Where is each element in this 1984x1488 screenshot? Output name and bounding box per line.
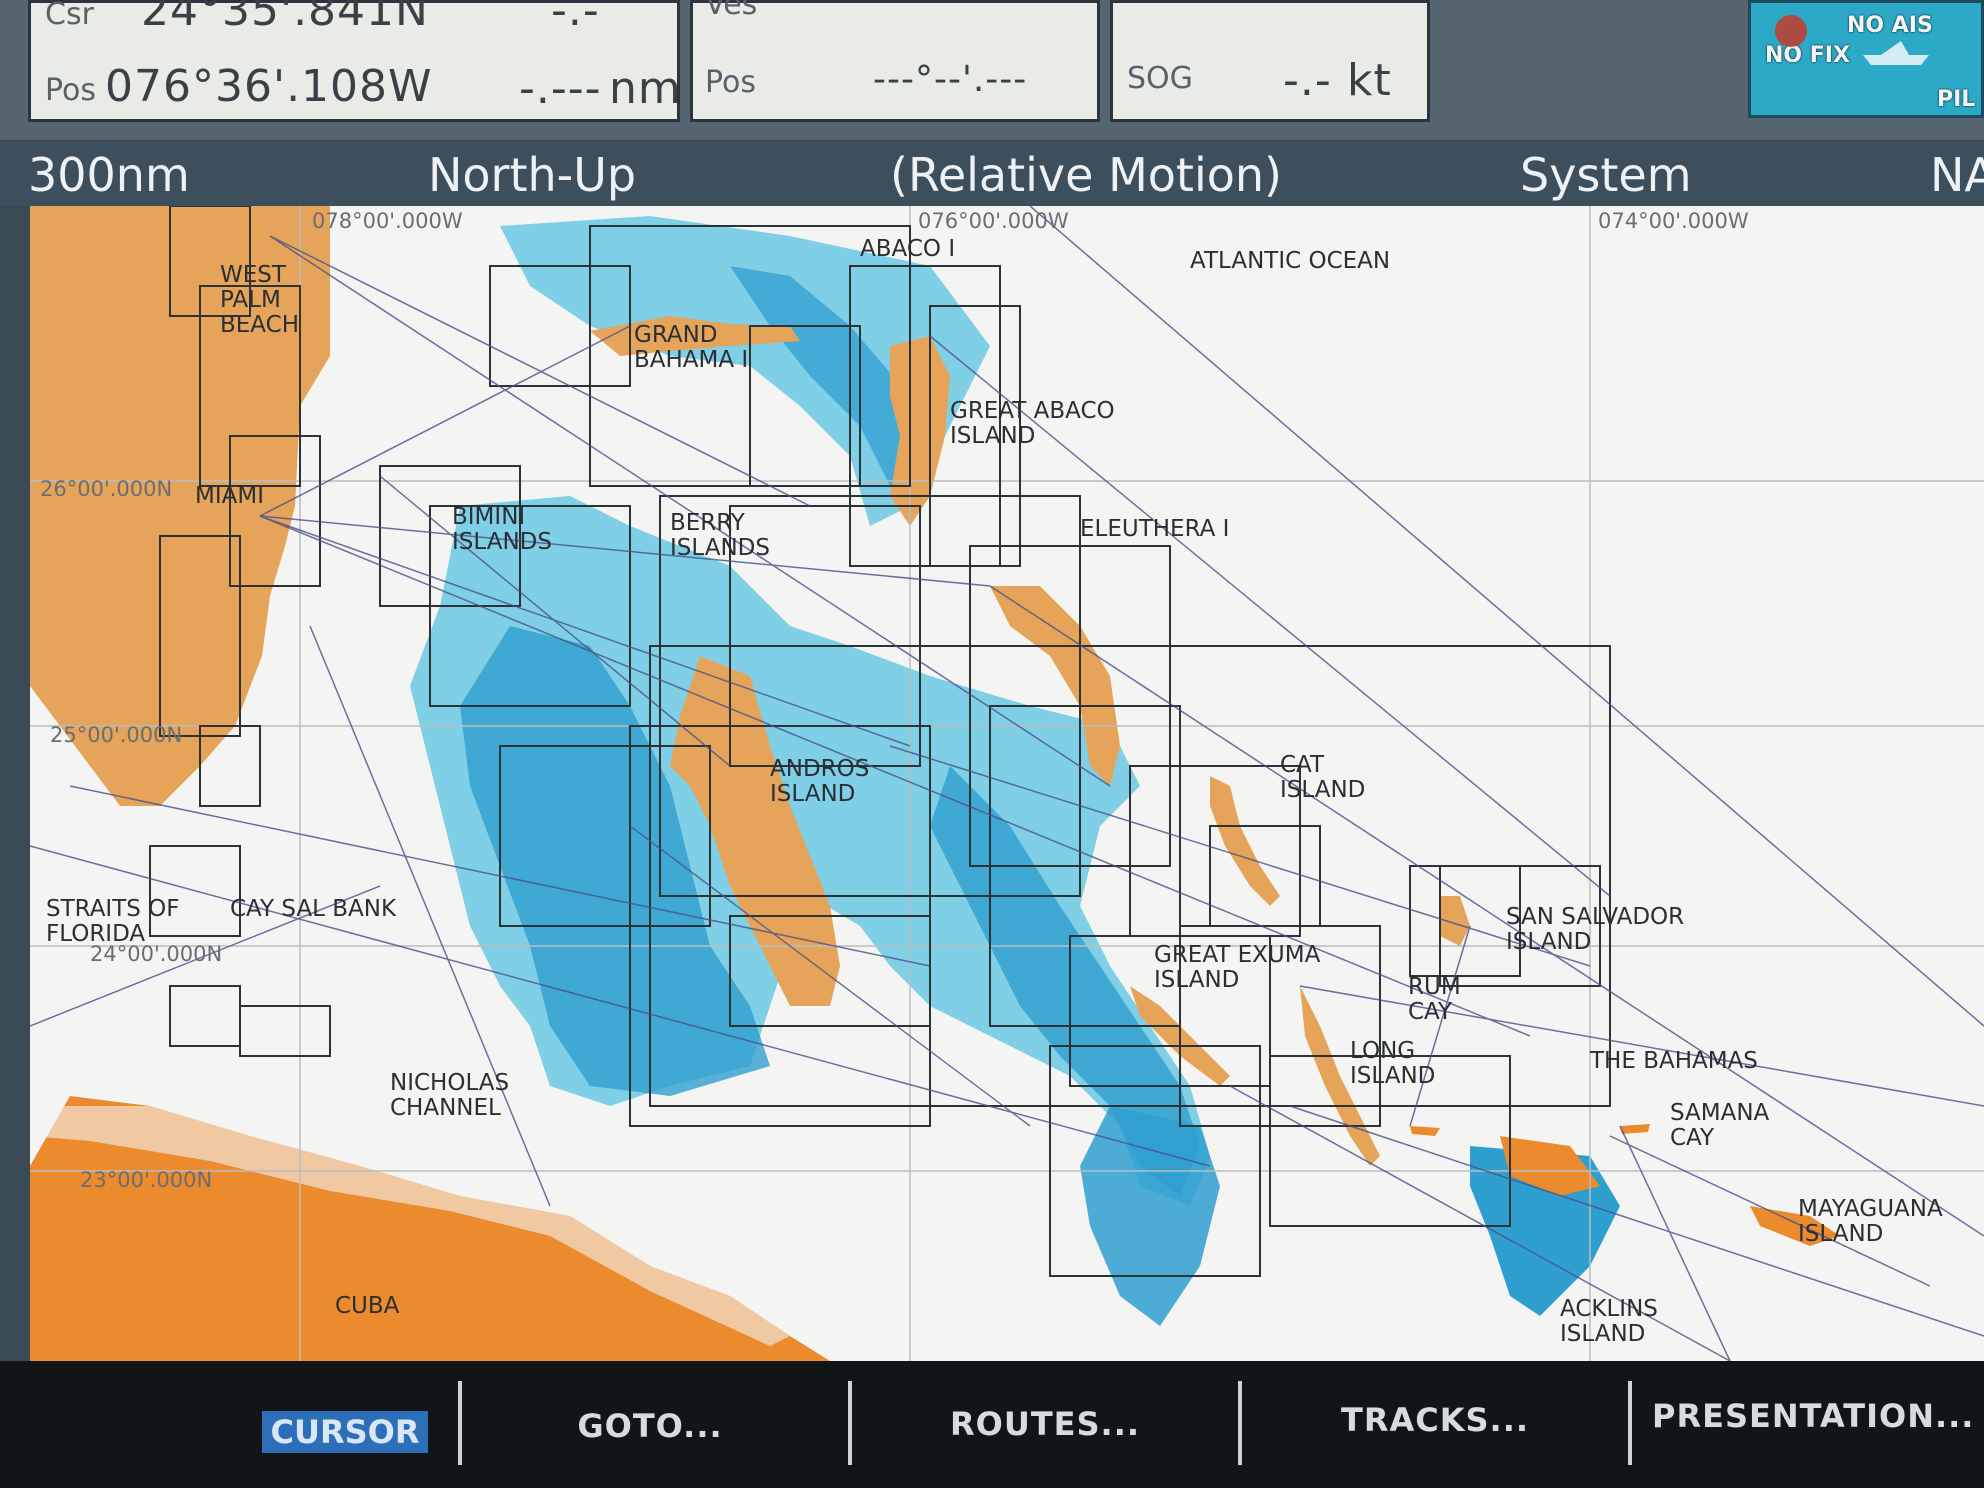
top-data-bar: Csr 24°35'.841N -.- Pos 076°36'.108W -.-…	[0, 0, 1984, 140]
vessel-pos-value: ---°--'.---	[873, 59, 1028, 100]
label-miami: MIAMI	[195, 483, 264, 509]
goto-softkey[interactable]: GOTO...	[500, 1391, 800, 1461]
softkey-separator	[1238, 1381, 1242, 1465]
label-berry-islands: BERRY ISLANDS	[670, 510, 770, 561]
label-cat-island: CAT ISLAND	[1280, 752, 1365, 803]
cursor-lat-extra: -.-	[551, 0, 600, 36]
motion-mode[interactable]: (Relative Motion)	[890, 148, 1282, 202]
cursor-longitude: 076°36'.108W	[105, 61, 433, 112]
sog-value: -.-	[1283, 55, 1332, 106]
routes-softkey[interactable]: ROUTES...	[890, 1389, 1200, 1459]
cursor-softkey[interactable]: CURSOR	[262, 1411, 428, 1453]
gps-satellite-icon	[1775, 15, 1929, 65]
jumentos-shoal	[1080, 1106, 1220, 1326]
label-cuba: CUBA	[335, 1293, 400, 1319]
label-san-salvador: SAN SALVADOR ISLAND	[1506, 904, 1684, 955]
range-unit: nm	[609, 63, 682, 114]
csr-label: Csr	[45, 0, 94, 32]
nautical-chart[interactable]: 26°00'.000N 25°00'.000N 24°00'.000N 23°0…	[30, 206, 1984, 1361]
softkey-bar: CURSOR GOTO... ROUTES... TRACKS... PRESE…	[0, 1361, 1984, 1488]
softkey-separator	[1628, 1381, 1632, 1465]
vessel-pos-label: Pos	[705, 65, 757, 100]
lat-label-25: 25°00'.000N	[50, 723, 182, 747]
lon-label-076: 076°00'.000W	[918, 209, 1069, 233]
tracks-softkey[interactable]: TRACKS...	[1280, 1385, 1590, 1455]
abaco-land	[890, 336, 950, 526]
lat-label-23: 23°00'.000N	[80, 1168, 212, 1192]
sog-unit: kt	[1347, 55, 1392, 106]
label-abaco: ABACO I	[860, 236, 955, 262]
label-long-island: LONG ISLAND	[1350, 1038, 1435, 1089]
sog-box: SOG -.- kt	[1110, 0, 1430, 122]
florida-land	[30, 206, 330, 806]
presentation-softkey[interactable]: PRESENTATION...	[1652, 1381, 1984, 1451]
label-andros-island: ANDROS ISLAND	[770, 756, 869, 807]
ves-label: Ves	[705, 0, 758, 22]
label-eleuthera: ELEUTHERA I	[1080, 516, 1229, 542]
sog-label: SOG	[1127, 61, 1193, 96]
range-value: -.---	[519, 63, 602, 114]
cursor-position-box: Csr 24°35'.841N -.- Pos 076°36'.108W -.-…	[28, 0, 682, 122]
label-great-exuma: GREAT EXUMA ISLAND	[1154, 942, 1321, 993]
label-cay-sal-bank: CAY SAL BANK	[230, 896, 397, 922]
orientation-mode[interactable]: North-Up	[428, 148, 636, 202]
cursor-latitude: 24°35'.841N	[141, 0, 429, 36]
softkey-separator	[458, 1381, 462, 1465]
label-nicholas-channel: NICHOLAS CHANNEL	[390, 1070, 509, 1121]
label-acklins-island: ACKLINS ISLAND	[1560, 1296, 1658, 1347]
softkey-separator	[848, 1381, 852, 1465]
label-samana-cay: SAMANA CAY	[1670, 1100, 1770, 1151]
rum-cay-land	[1410, 1126, 1440, 1136]
label-atlantic-ocean: ATLANTIC OCEAN	[1190, 248, 1390, 274]
chart-header: 300nm North-Up (Relative Motion) System …	[0, 142, 1984, 206]
datum-system[interactable]: System	[1520, 148, 1692, 202]
vessel-position-box: Ves Pos ---°--'.---	[690, 0, 1100, 122]
samana-cay-land	[1620, 1124, 1650, 1134]
chart-canvas[interactable]: 26°00'.000N 25°00'.000N 24°00'.000N 23°0…	[30, 206, 1984, 1361]
label-the-bahamas: THE BAHAMAS	[1589, 1048, 1758, 1074]
label-rum-cay: RUM CAY	[1408, 974, 1461, 1025]
cat-island-land	[1210, 776, 1280, 906]
gps-ais-status-panel[interactable]: NO FIX NO AIS PIL	[1748, 0, 1984, 118]
lat-label-26: 26°00'.000N	[40, 477, 172, 501]
lon-label-074: 074°00'.000W	[1598, 209, 1749, 233]
header-extra: NA	[1930, 148, 1984, 202]
range-scale[interactable]: 300nm	[28, 148, 190, 202]
label-mayaguana: MAYAGUANA ISLAND	[1798, 1196, 1943, 1247]
label-straits-of-florida: STRAITS OF FLORIDA	[46, 896, 180, 947]
lon-label-078: 078°00'.000W	[312, 209, 463, 233]
label-great-abaco: GREAT ABACO ISLAND	[950, 398, 1115, 449]
pos-label: Pos	[45, 73, 97, 108]
